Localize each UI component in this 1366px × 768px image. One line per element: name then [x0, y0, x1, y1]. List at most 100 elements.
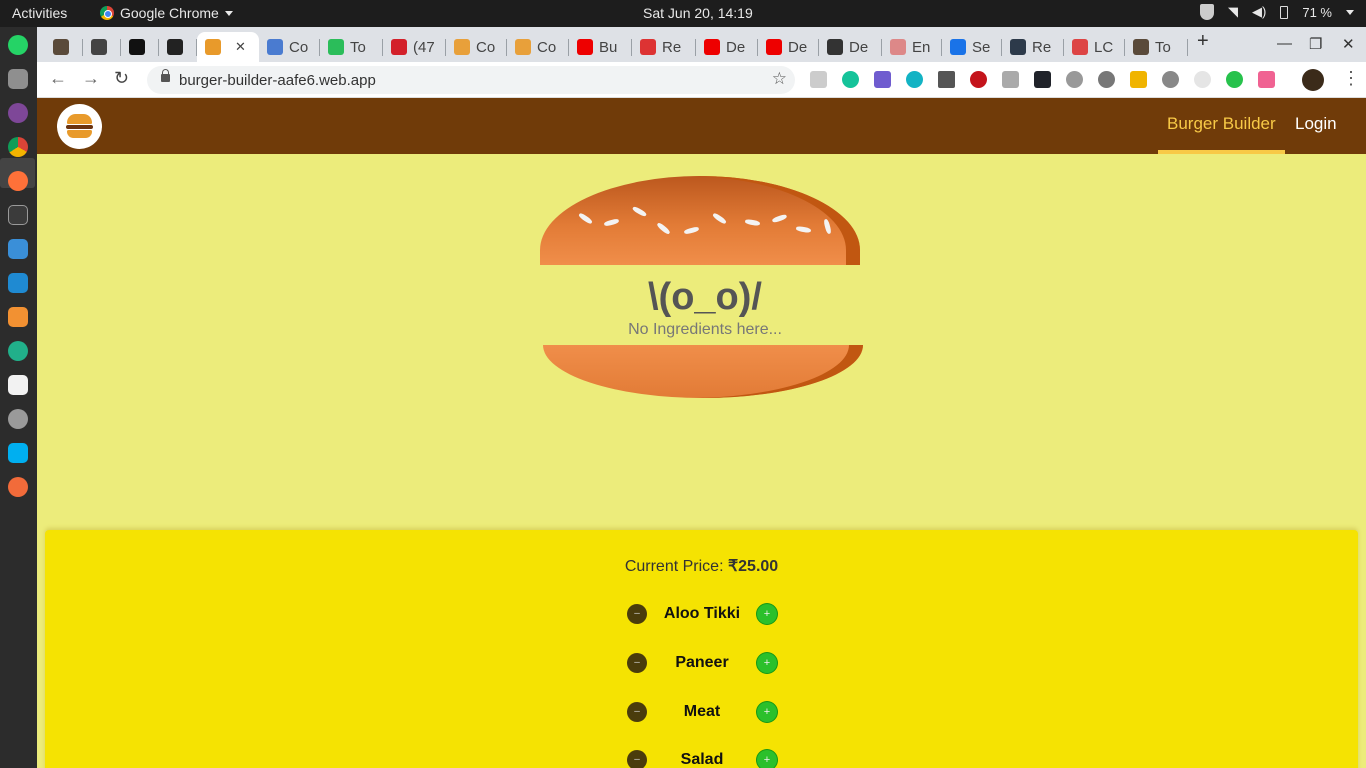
forward-button[interactable]: → [82, 68, 100, 89]
skype-icon[interactable] [8, 443, 28, 463]
browser-tab[interactable]: En [882, 32, 942, 62]
extension-icon[interactable] [1098, 71, 1115, 88]
less-button[interactable]: – [627, 750, 647, 768]
extension-icon[interactable] [810, 71, 827, 88]
more-button[interactable]: + [757, 702, 777, 722]
current-price: Current Price: ₹25.00 [45, 556, 1358, 576]
price-value: ₹25.00 [727, 558, 779, 575]
gitkraken-icon[interactable] [8, 341, 28, 361]
extension-icon[interactable] [1226, 71, 1243, 88]
app-menu[interactable]: Google Chrome [100, 5, 233, 21]
burger-logo[interactable] [57, 104, 102, 149]
reload-button[interactable]: ↻ [114, 68, 129, 89]
tasks-icon[interactable] [8, 239, 28, 259]
favicon-icon [577, 39, 593, 55]
tab-label: En [912, 38, 931, 56]
tor-browser-icon[interactable] [8, 103, 28, 123]
bookmark-star-icon[interactable]: ☆ [772, 69, 787, 89]
browser-tab[interactable]: De [696, 32, 758, 62]
less-button[interactable]: – [627, 604, 647, 624]
browser-tab[interactable] [159, 32, 197, 62]
more-button[interactable]: + [757, 604, 777, 624]
activities-button[interactable]: Activities [12, 5, 67, 21]
favicon-icon [1010, 39, 1026, 55]
lock-icon [161, 69, 170, 82]
favicon-icon [129, 39, 145, 55]
ingredient-control: – Meat + [617, 698, 787, 728]
tab-label: To [1155, 38, 1171, 56]
browser-tab[interactable]: (47 [383, 32, 446, 62]
browser-tab[interactable] [45, 32, 83, 62]
browser-tab[interactable] [121, 32, 159, 62]
browser-tab[interactable] [83, 32, 121, 62]
browser-tab[interactable]: Co [446, 32, 507, 62]
app-toolbar: Burger Builder Login [37, 98, 1366, 154]
files-icon[interactable] [8, 69, 28, 89]
burger-preview: \(o_o)/ No Ingredients here... [540, 176, 863, 400]
favicon-icon [827, 39, 843, 55]
color-picker-icon[interactable] [1066, 71, 1083, 88]
more-button[interactable]: + [757, 653, 777, 673]
adblock-icon[interactable] [970, 71, 987, 88]
browser-tab[interactable]: Co [507, 32, 569, 62]
close-tab-icon[interactable]: ✕ [235, 39, 246, 55]
browser-tab[interactable]: Se [942, 32, 1002, 62]
sublime-icon[interactable] [8, 307, 28, 327]
browser-tab[interactable]: Re [1002, 32, 1064, 62]
extension-icon[interactable] [1194, 71, 1211, 88]
tab-label: (47 [413, 38, 435, 56]
system-tray[interactable]: ◥ ◀) 71 % [1200, 4, 1354, 20]
more-button[interactable]: + [757, 750, 777, 768]
clock[interactable]: Sat Jun 20, 14:19 [643, 5, 753, 21]
vscode-icon[interactable] [8, 273, 28, 293]
tab-active[interactable]: ✕ [197, 32, 259, 62]
extension-icon[interactable] [1258, 71, 1275, 88]
translate-icon[interactable] [874, 71, 891, 88]
browser-tab[interactable]: Co [259, 32, 320, 62]
less-button[interactable]: – [627, 653, 647, 673]
browser-tab[interactable]: De [819, 32, 882, 62]
extension-icon[interactable] [906, 71, 923, 88]
ingredient-label: Aloo Tikki [663, 605, 741, 622]
react-devtools-icon[interactable] [1034, 71, 1051, 88]
tab-label: LC [1094, 38, 1114, 56]
bread-bottom [543, 345, 863, 398]
postman-icon[interactable] [8, 477, 28, 497]
tab-label: To [350, 38, 366, 56]
tab-label: Re [1032, 38, 1052, 56]
avatar[interactable] [1302, 69, 1324, 91]
browser-tab[interactable]: To [1125, 32, 1188, 62]
browser-tab[interactable]: De [758, 32, 819, 62]
price-label: Current Price: [624, 558, 724, 575]
minimize-button[interactable]: — [1277, 35, 1292, 52]
browser-tab[interactable]: LC [1064, 32, 1125, 62]
address-bar[interactable]: burger-builder-aafe6.web.app ☆ [147, 66, 795, 94]
new-tab-button[interactable]: + [1197, 30, 1209, 53]
firefox-icon[interactable] [8, 171, 28, 191]
back-button[interactable]: ← [49, 68, 67, 89]
extension-icon[interactable] [1002, 71, 1019, 88]
browser-tab[interactable]: Bu [569, 32, 632, 62]
browser-tab[interactable]: To [320, 32, 383, 62]
maximize-button[interactable]: ❐ [1309, 35, 1322, 53]
nav-burger-builder[interactable]: Burger Builder [1167, 114, 1276, 134]
terminal-icon[interactable] [8, 205, 28, 225]
vue-devtools-icon[interactable] [938, 71, 955, 88]
settings-icon[interactable] [8, 409, 28, 429]
chrome-dock-icon[interactable] [8, 137, 28, 157]
extension-icon[interactable] [1162, 71, 1179, 88]
dock [0, 27, 37, 768]
menu-icon[interactable]: ⋮ [1342, 68, 1360, 89]
whatsapp-icon[interactable] [8, 35, 28, 55]
browser-tab[interactable]: Re [632, 32, 696, 62]
close-window-button[interactable]: ✕ [1342, 35, 1355, 53]
less-button[interactable]: – [627, 702, 647, 722]
favicon-icon [515, 39, 531, 55]
favicon-icon [766, 39, 782, 55]
chevron-down-icon [224, 10, 233, 16]
nav-login[interactable]: Login [1295, 114, 1337, 134]
extension-icon[interactable] [1130, 71, 1147, 88]
text-editor-icon[interactable] [8, 375, 28, 395]
favicon-icon [167, 39, 183, 55]
grammarly-icon[interactable] [842, 71, 859, 88]
